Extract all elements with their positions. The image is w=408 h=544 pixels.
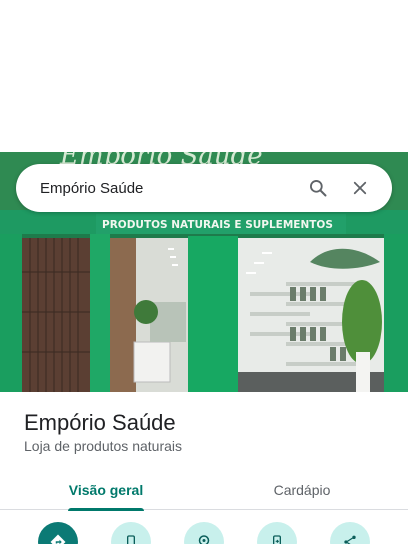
share-icon <box>344 535 356 544</box>
sign-banner-text: PRODUTOS NATURAIS E SUPLEMENTOS <box>102 219 333 231</box>
directions-icon <box>50 534 66 544</box>
search-bar[interactable]: Empório Saúde <box>16 164 392 212</box>
phone-icon <box>127 535 135 544</box>
tab-overview-label: Visão geral <box>68 482 144 498</box>
tab-menu-label: Cardápio <box>273 482 331 498</box>
location-icon <box>198 535 210 544</box>
action-buttons <box>0 522 408 544</box>
call-button[interactable] <box>111 522 151 544</box>
search-icon[interactable] <box>300 170 336 206</box>
send-to-phone-button[interactable] <box>257 522 297 544</box>
send-to-phone-icon <box>273 535 281 544</box>
place-info-panel: Empório Saúde Loja de produtos naturais … <box>0 392 408 544</box>
tab-overview[interactable]: Visão geral <box>54 470 158 511</box>
map-top-area <box>0 0 408 152</box>
tab-menu[interactable]: Cardápio <box>250 470 354 510</box>
tab-selected-indicator <box>68 508 144 511</box>
directions-button[interactable] <box>38 522 78 544</box>
search-input[interactable]: Empório Saúde <box>40 180 300 197</box>
place-title: Empório Saúde <box>24 410 176 435</box>
share-button[interactable] <box>330 522 370 544</box>
close-icon[interactable] <box>342 170 378 206</box>
tab-bar: Visão geral Cardápio <box>0 470 408 511</box>
place-category: Loja de produtos naturais <box>24 438 182 454</box>
save-location-button[interactable] <box>184 522 224 544</box>
